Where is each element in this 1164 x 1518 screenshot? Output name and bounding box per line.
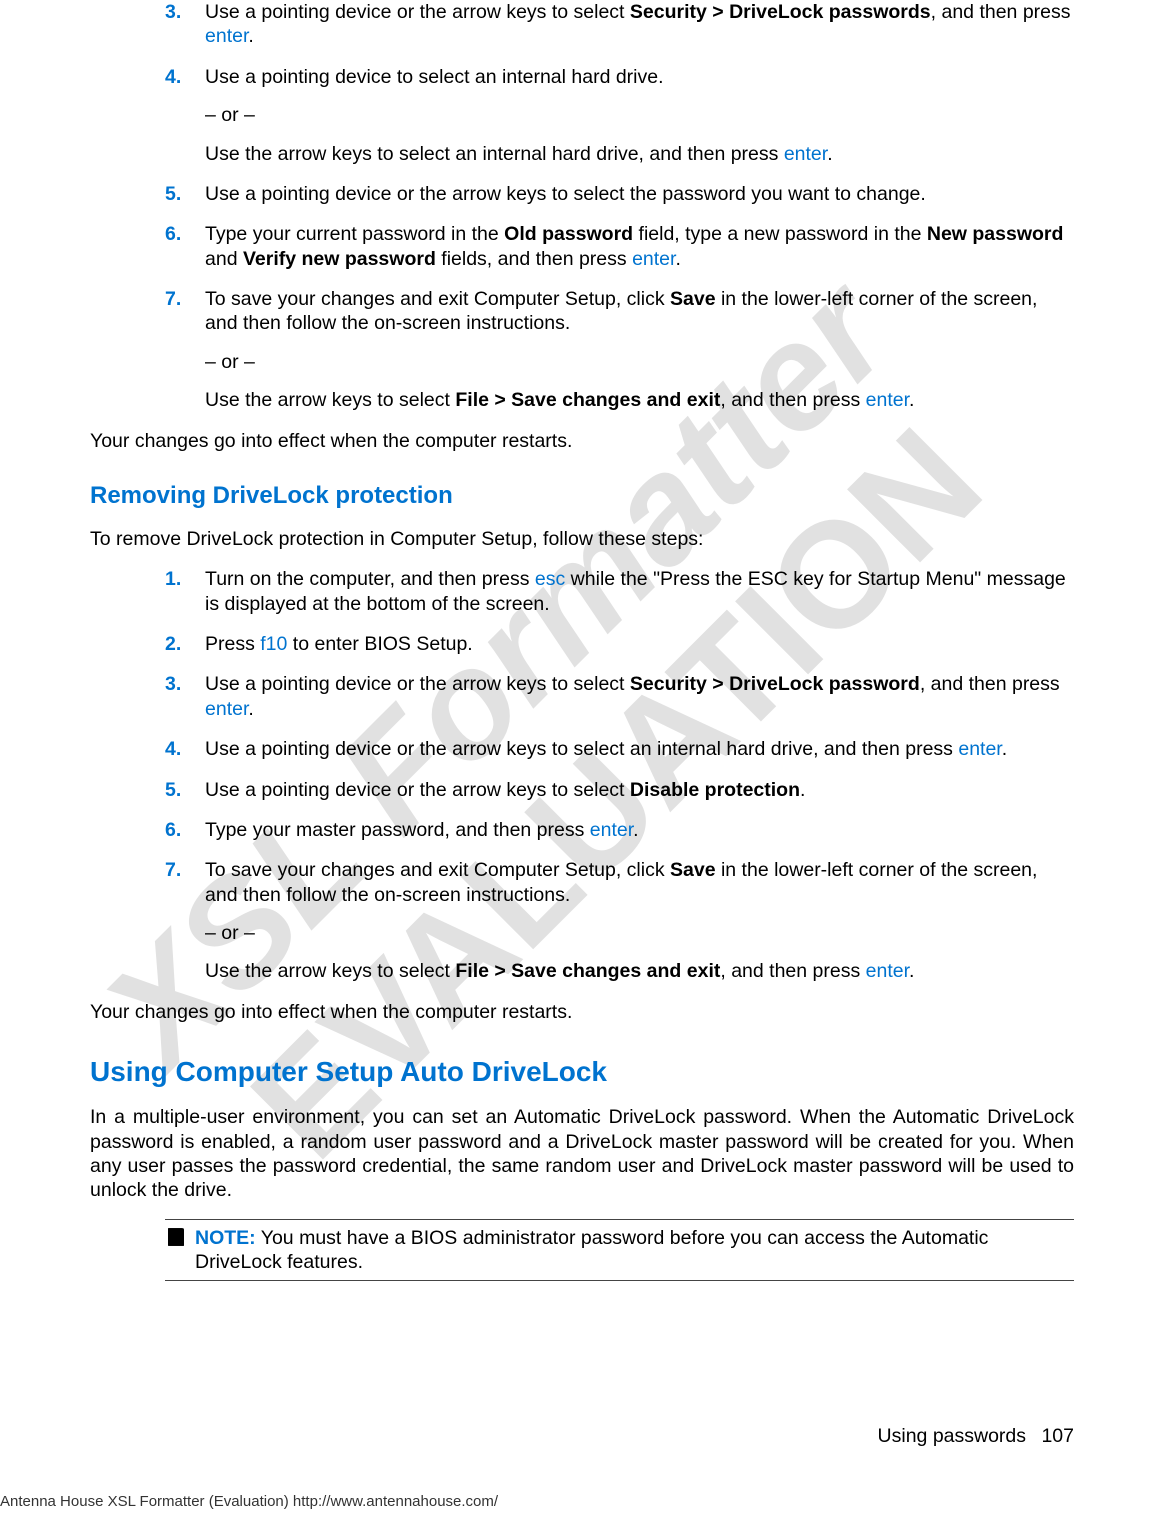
key-name: f10 <box>260 633 287 655</box>
list-number: 4. <box>165 737 205 761</box>
remove-intro: To remove DriveLock protection in Comput… <box>90 527 1074 551</box>
note-label: NOTE: <box>195 1227 256 1249</box>
note-body-text: You must have a BIOS administrator passw… <box>195 1227 988 1273</box>
list-item: 7.To save your changes and exit Computer… <box>165 287 1074 413</box>
list-body: Type your master password, and then pres… <box>205 818 1074 842</box>
footer-section: Using passwords <box>878 1425 1026 1447</box>
closing-para-1: Your changes go into effect when the com… <box>90 429 1074 453</box>
note-icon <box>165 1226 187 1275</box>
list-body: Type your current password in the Old pa… <box>205 222 1074 271</box>
list-paragraph: Use the arrow keys to select File > Save… <box>205 959 1074 983</box>
heading-removing-drivelock: Removing DriveLock protection <box>90 481 1074 511</box>
list-item: 5.Use a pointing device or the arrow key… <box>165 182 1074 206</box>
list-paragraph: – or – <box>205 350 1074 374</box>
list-number: 4. <box>165 65 205 166</box>
list-item: 1.Turn on the computer, and then press e… <box>165 567 1074 616</box>
key-name: enter <box>784 143 827 165</box>
closing-para-2: Your changes go into effect when the com… <box>90 1000 1074 1024</box>
document-page: XSL Formatter EVALUATION 3.Use a pointin… <box>0 0 1164 1518</box>
list-paragraph: Use a pointing device or the arrow keys … <box>205 737 1074 761</box>
list-item: 4.Use a pointing device to select an int… <box>165 65 1074 166</box>
page-content: 3.Use a pointing device or the arrow key… <box>90 0 1074 1281</box>
list-paragraph: Use a pointing device or the arrow keys … <box>205 0 1074 49</box>
list-body: Use a pointing device or the arrow keys … <box>205 737 1074 761</box>
list-body: To save your changes and exit Computer S… <box>205 287 1074 413</box>
list-paragraph: Type your current password in the Old pa… <box>205 222 1074 271</box>
key-name: enter <box>866 389 909 411</box>
evaluation-footer: Antenna House XSL Formatter (Evaluation)… <box>0 1493 498 1510</box>
list-item: 7.To save your changes and exit Computer… <box>165 858 1074 984</box>
key-name: enter <box>205 698 248 720</box>
ordered-list-1: 3.Use a pointing device or the arrow key… <box>165 0 1074 413</box>
list-paragraph: Use a pointing device or the arrow keys … <box>205 182 1074 206</box>
list-paragraph: Use the arrow keys to select File > Save… <box>205 388 1074 412</box>
key-name: enter <box>205 25 248 47</box>
list-paragraph: – or – <box>205 103 1074 127</box>
note-text: NOTE: You must have a BIOS administrator… <box>195 1226 1074 1275</box>
list-paragraph: To save your changes and exit Computer S… <box>205 287 1074 336</box>
list-number: 1. <box>165 567 205 616</box>
list-paragraph: Turn on the computer, and then press esc… <box>205 567 1074 616</box>
list-item: 5.Use a pointing device or the arrow key… <box>165 778 1074 802</box>
list-paragraph: Press f10 to enter BIOS Setup. <box>205 632 1074 656</box>
key-name: enter <box>632 248 675 270</box>
list-item: 3.Use a pointing device or the arrow key… <box>165 672 1074 721</box>
list-body: Press f10 to enter BIOS Setup. <box>205 632 1074 656</box>
list-paragraph: Type your master password, and then pres… <box>205 818 1074 842</box>
list-item: 2.Press f10 to enter BIOS Setup. <box>165 632 1074 656</box>
footer-page-number: 107 <box>1041 1425 1074 1447</box>
list-body: Use a pointing device or the arrow keys … <box>205 182 1074 206</box>
list-body: Use a pointing device or the arrow keys … <box>205 672 1074 721</box>
list-body: Turn on the computer, and then press esc… <box>205 567 1074 616</box>
list-number: 7. <box>165 858 205 984</box>
list-paragraph: – or – <box>205 921 1074 945</box>
key-name: enter <box>866 960 909 982</box>
list-number: 6. <box>165 222 205 271</box>
list-item: 3.Use a pointing device or the arrow key… <box>165 0 1074 49</box>
key-name: esc <box>535 568 565 590</box>
list-paragraph: To save your changes and exit Computer S… <box>205 858 1074 907</box>
list-paragraph: Use a pointing device or the arrow keys … <box>205 778 1074 802</box>
list-body: Use a pointing device or the arrow keys … <box>205 778 1074 802</box>
list-number: 5. <box>165 182 205 206</box>
list-paragraph: Use the arrow keys to select an internal… <box>205 142 1074 166</box>
list-paragraph: Use a pointing device or the arrow keys … <box>205 672 1074 721</box>
list-paragraph: Use a pointing device to select an inter… <box>205 65 1074 89</box>
list-number: 6. <box>165 818 205 842</box>
page-footer: Using passwords 107 <box>878 1425 1074 1448</box>
heading-auto-drivelock: Using Computer Setup Auto DriveLock <box>90 1054 1074 1089</box>
list-item: 4.Use a pointing device or the arrow key… <box>165 737 1074 761</box>
key-name: enter <box>958 738 1001 760</box>
list-item: 6.Type your current password in the Old … <box>165 222 1074 271</box>
note-box: NOTE: You must have a BIOS administrator… <box>165 1219 1074 1282</box>
list-number: 7. <box>165 287 205 413</box>
key-name: enter <box>590 819 633 841</box>
list-number: 3. <box>165 0 205 49</box>
list-item: 6.Type your master password, and then pr… <box>165 818 1074 842</box>
list-number: 5. <box>165 778 205 802</box>
list-body: Use a pointing device or the arrow keys … <box>205 0 1074 49</box>
list-body: To save your changes and exit Computer S… <box>205 858 1074 984</box>
list-body: Use a pointing device to select an inter… <box>205 65 1074 166</box>
auto-intro: In a multiple-user environment, you can … <box>90 1105 1074 1203</box>
ordered-list-2: 1.Turn on the computer, and then press e… <box>165 567 1074 984</box>
list-number: 3. <box>165 672 205 721</box>
list-number: 2. <box>165 632 205 656</box>
